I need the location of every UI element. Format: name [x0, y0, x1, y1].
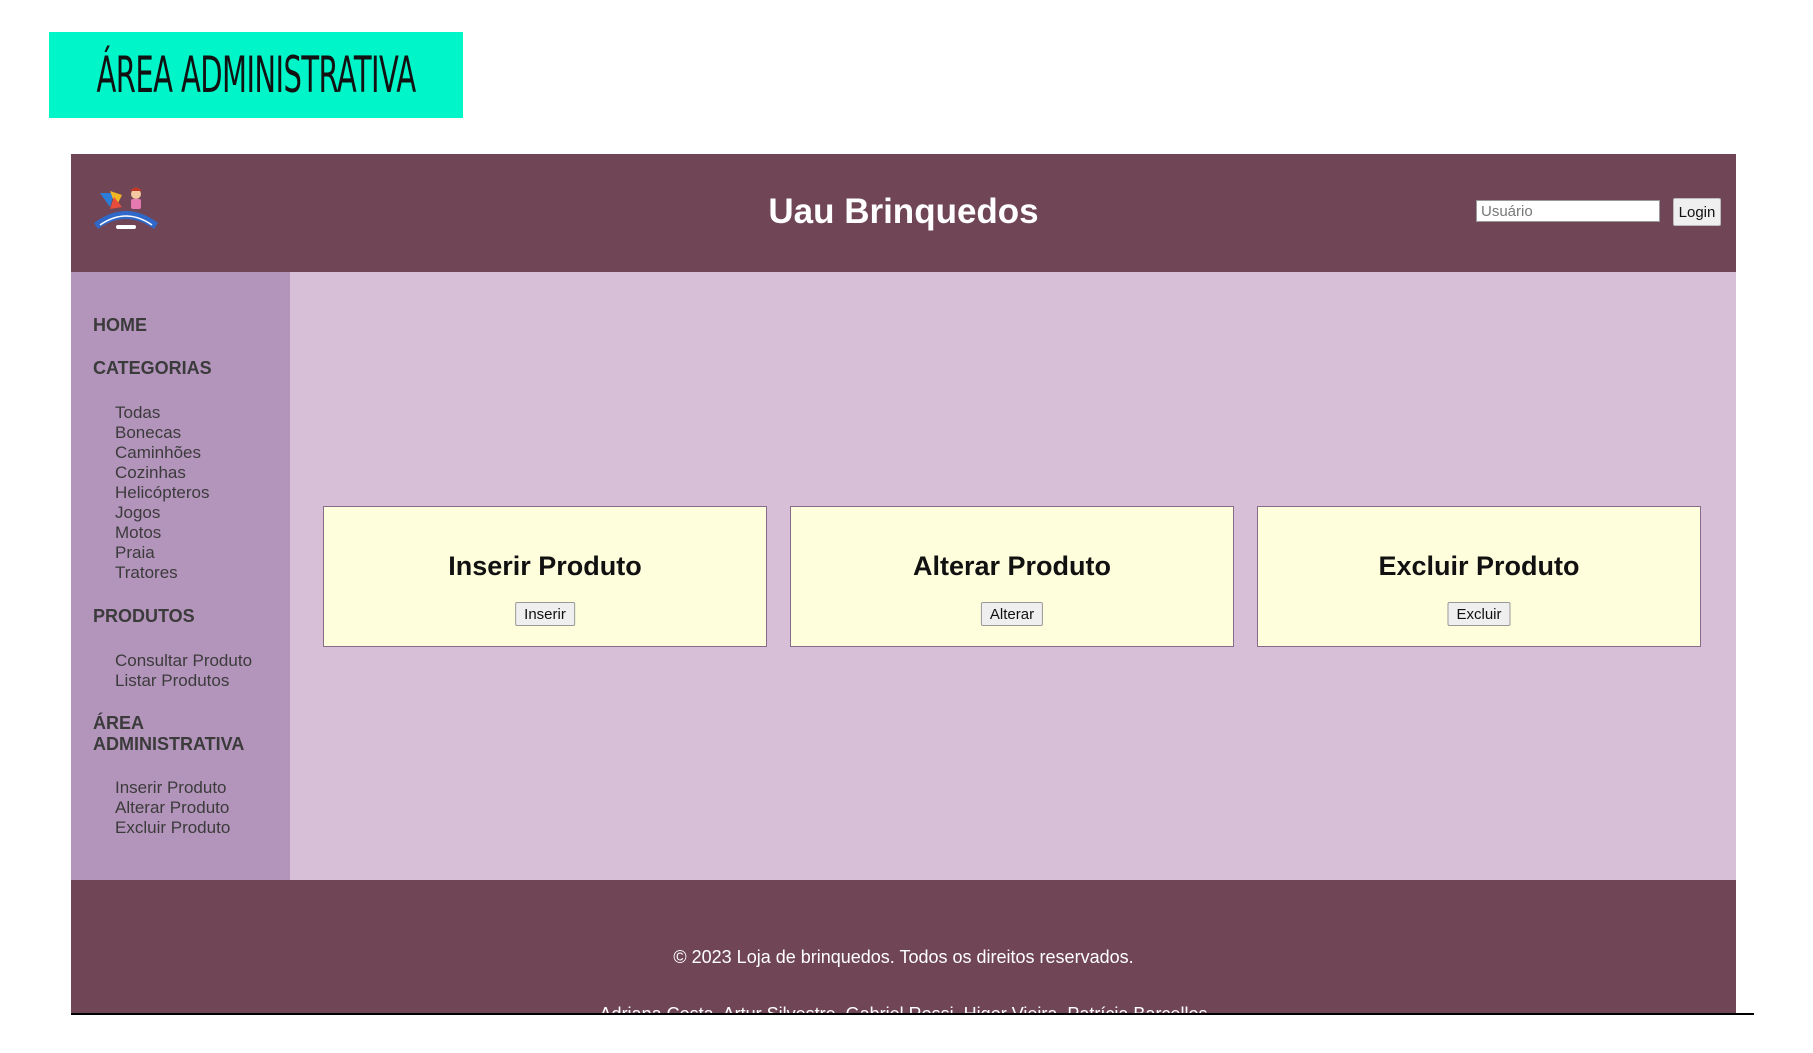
sidebar-item-caminhoes[interactable]: Caminhões: [115, 443, 201, 463]
excluir-button[interactable]: Excluir: [1447, 602, 1511, 626]
sidebar: HOME CATEGORIAS Todas Bonecas Caminhões …: [71, 272, 290, 880]
card-alterar-produto: Alterar Produto Alterar: [790, 506, 1234, 647]
sidebar-item-listar-produtos[interactable]: Listar Produtos: [115, 671, 229, 691]
site-header: Uau Brinquedos Login: [71, 154, 1736, 272]
sidebar-item-helicopteros[interactable]: Helicópteros: [115, 483, 210, 503]
inserir-button[interactable]: Inserir: [515, 602, 575, 626]
sidebar-item-alterar-produto[interactable]: Alterar Produto: [115, 798, 229, 818]
main-content: Inserir Produto Inserir Alterar Produto …: [290, 272, 1736, 880]
sidebar-heading-produtos[interactable]: PRODUTOS: [93, 606, 195, 627]
page-heading-text: ÁREA ADMINISTRATIVA: [96, 46, 416, 104]
card-title: Inserir Produto: [448, 551, 642, 581]
sidebar-heading-categorias[interactable]: CATEGORIAS: [93, 358, 212, 379]
username-input[interactable]: [1476, 200, 1660, 222]
sidebar-item-bonecas[interactable]: Bonecas: [115, 423, 181, 443]
card-title: Alterar Produto: [912, 551, 1112, 581]
card-excluir-produto: Excluir Produto Excluir: [1257, 506, 1701, 647]
sidebar-item-excluir-produto[interactable]: Excluir Produto: [115, 818, 230, 838]
sidebar-heading-area-administrativa-line1[interactable]: ÁREA: [93, 713, 144, 734]
sidebar-item-jogos[interactable]: Jogos: [115, 503, 160, 523]
sidebar-item-cozinhas[interactable]: Cozinhas: [115, 463, 186, 483]
site-footer: © 2023 Loja de brinquedos. Todos os dire…: [71, 880, 1736, 1014]
sidebar-item-motos[interactable]: Motos: [115, 523, 161, 543]
divider-line: [71, 1013, 1754, 1015]
copyright-text: © 2023 Loja de brinquedos. Todos os dire…: [673, 947, 1134, 967]
sidebar-item-inserir-produto[interactable]: Inserir Produto: [115, 778, 227, 798]
sidebar-item-tratores[interactable]: Tratores: [115, 563, 178, 583]
card-inserir-produto: Inserir Produto Inserir: [323, 506, 767, 647]
page-heading: ÁREA ADMINISTRATIVA: [49, 32, 463, 118]
website-frame: Uau Brinquedos Login HOME CATEGORIAS Tod…: [71, 154, 1736, 1014]
sidebar-heading-area-administrativa-line2[interactable]: ADMINISTRATIVA: [93, 734, 244, 755]
sidebar-item-consultar-produto[interactable]: Consultar Produto: [115, 651, 252, 671]
login-button[interactable]: Login: [1673, 198, 1721, 226]
card-title: Excluir Produto: [1378, 551, 1580, 581]
alterar-button[interactable]: Alterar: [980, 602, 1044, 626]
sidebar-item-praia[interactable]: Praia: [115, 543, 155, 563]
sidebar-item-todas[interactable]: Todas: [115, 403, 160, 423]
sidebar-item-home[interactable]: HOME: [93, 315, 147, 336]
